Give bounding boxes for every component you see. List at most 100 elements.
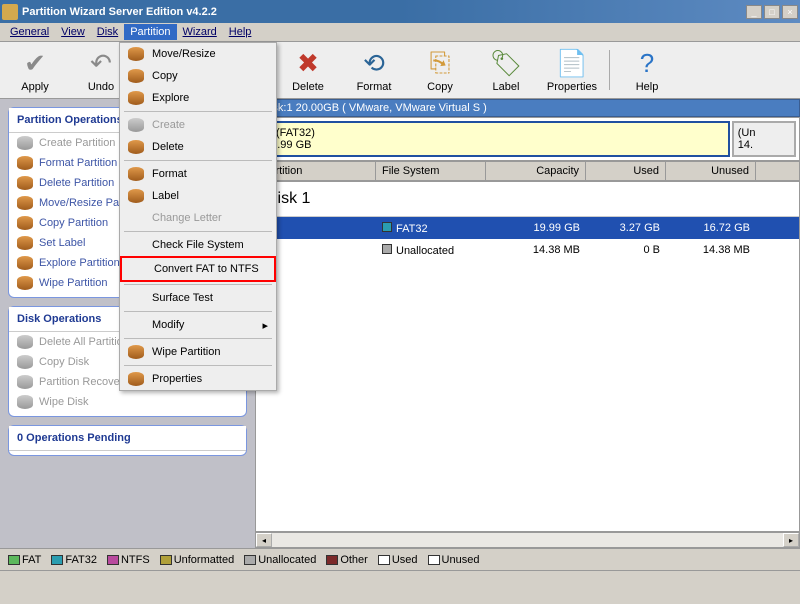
legend-swatch — [326, 555, 338, 565]
legend-swatch — [160, 555, 172, 565]
legend-label: Unallocated — [258, 554, 316, 566]
table-cell: FAT32 — [376, 219, 486, 238]
format-label: Format — [357, 81, 392, 93]
legend-label: NTFS — [121, 554, 150, 566]
menu-item-properties[interactable]: Properties — [120, 368, 276, 390]
menu-help[interactable]: Help — [223, 24, 258, 40]
maximize-button[interactable]: □ — [764, 5, 780, 19]
menu-view[interactable]: View — [55, 24, 91, 40]
menu-item-move-resize[interactable]: Move/Resize — [120, 43, 276, 65]
cell-text: 19.99 GB — [534, 222, 580, 234]
disk-icon — [17, 136, 33, 150]
table-header: PartitionFile SystemCapacityUsedUnused — [255, 161, 800, 181]
disk-icon — [17, 335, 33, 349]
filesystem-swatch — [382, 244, 392, 254]
legend-item: Other — [326, 554, 368, 566]
sidebar-item-label: Format Partition — [39, 157, 117, 169]
partition-box-name: (Un — [738, 127, 790, 139]
menu-item-delete[interactable]: Delete — [120, 136, 276, 158]
format-icon: ⟲ — [358, 47, 390, 79]
column-header[interactable]: Used — [586, 162, 666, 180]
menu-item-modify[interactable]: Modify — [120, 314, 276, 336]
menu-item-wipe-partition[interactable]: Wipe Partition — [120, 341, 276, 363]
menu-item-copy[interactable]: Copy — [120, 65, 276, 87]
menu-separator — [124, 284, 272, 285]
menu-item-label: Create — [152, 119, 185, 131]
menu-item-format[interactable]: Format — [120, 163, 276, 185]
properties-button[interactable]: 📄Properties — [543, 44, 601, 96]
label-icon: 🏷 — [490, 47, 522, 79]
scroll-track[interactable] — [272, 533, 783, 547]
sidebar-panel-title: 0 Operations Pending — [9, 426, 246, 451]
menu-item-label: Surface Test — [152, 292, 213, 304]
table-cell: 16.72 GB — [666, 219, 756, 237]
legend-item: Unformatted — [160, 554, 235, 566]
table-row[interactable]: C:FAT3219.99 GB3.27 GB16.72 GB — [256, 217, 799, 239]
partition-box-size: 19.99 GB — [265, 139, 724, 151]
menu-item-convert-fat-to-ntfs[interactable]: Convert FAT to NTFS — [120, 256, 276, 282]
help-icon: ? — [631, 47, 663, 79]
legend-item: Used — [378, 554, 418, 566]
legend-label: Other — [340, 554, 368, 566]
legend-label: Unused — [442, 554, 480, 566]
disk-partition-box[interactable]: C:(FAT32)19.99 GB — [259, 121, 730, 157]
scroll-left-button[interactable]: ◂ — [256, 533, 272, 547]
properties-icon: 📄 — [556, 47, 588, 79]
help-button[interactable]: ?Help — [618, 44, 676, 96]
sidebar-item-label: Wipe Partition — [39, 277, 107, 289]
legend-swatch — [378, 555, 390, 565]
legend-item: Unused — [428, 554, 480, 566]
sidebar-item-label: Copy Partition — [39, 217, 108, 229]
legend-swatch — [244, 555, 256, 565]
disk-icon — [17, 395, 33, 409]
disk-name: Disk 1 — [256, 182, 799, 217]
table-cell: 14.38 MB — [666, 241, 756, 259]
menu-item-label: Check File System — [152, 239, 244, 251]
table-cell: 19.99 GB — [486, 219, 586, 237]
table-row[interactable]: *:Unallocated14.38 MB0 B14.38 MB — [256, 239, 799, 261]
menu-item-explore[interactable]: Explore — [120, 87, 276, 109]
disk-icon — [128, 189, 144, 203]
column-header[interactable]: Unused — [666, 162, 756, 180]
horizontal-scrollbar[interactable]: ◂ ▸ — [255, 532, 800, 548]
disk-icon — [128, 345, 144, 359]
sidebar-item-label: Partition Recovery — [39, 376, 129, 388]
menu-item-check-file-system[interactable]: Check File System — [120, 234, 276, 256]
menu-item-change-letter: Change Letter — [120, 207, 276, 229]
legend-swatch — [8, 555, 20, 565]
column-header[interactable]: File System — [376, 162, 486, 180]
menu-separator — [124, 160, 272, 161]
disk-icon — [128, 69, 144, 83]
titlebar: Partition Wizard Server Edition v4.2.2 _… — [0, 0, 800, 23]
column-header[interactable]: Capacity — [486, 162, 586, 180]
menu-item-surface-test[interactable]: Surface Test — [120, 287, 276, 309]
format-button[interactable]: ⟲ Format — [345, 44, 403, 96]
menu-general[interactable]: General — [4, 24, 55, 40]
menu-partition[interactable]: Partition — [124, 24, 176, 40]
sidebar-item-label: Explore Partition — [39, 257, 120, 269]
disk-partition-box[interactable]: (Un14. — [732, 121, 796, 157]
apply-button[interactable]: ✔Apply — [6, 44, 64, 96]
partition-box-size: 14. — [738, 139, 790, 151]
close-button[interactable]: × — [782, 5, 798, 19]
label-label: Label — [493, 81, 520, 93]
menu-item-label: Delete — [152, 141, 184, 153]
menu-item-label: Wipe Partition — [152, 346, 220, 358]
content-area: Disk:1 20.00GB ( VMware, VMware Virtual … — [255, 99, 800, 548]
label-button[interactable]: 🏷 Label — [477, 44, 535, 96]
delete-label: Delete — [292, 81, 324, 93]
disk-icon — [17, 176, 33, 190]
scroll-right-button[interactable]: ▸ — [783, 533, 799, 547]
disk-icon — [17, 216, 33, 230]
menu-separator — [124, 311, 272, 312]
menu-item-label[interactable]: Label — [120, 185, 276, 207]
menu-disk[interactable]: Disk — [91, 24, 124, 40]
undo-label: Undo — [88, 81, 114, 93]
minimize-button[interactable]: _ — [746, 5, 762, 19]
menu-wizard[interactable]: Wizard — [177, 24, 223, 40]
menu-separator — [124, 231, 272, 232]
delete-button[interactable]: ✖Delete — [279, 44, 337, 96]
apply-icon: ✔ — [19, 47, 51, 79]
copy-button[interactable]: ⎘Copy — [411, 44, 469, 96]
cell-text: 14.38 MB — [703, 244, 750, 256]
